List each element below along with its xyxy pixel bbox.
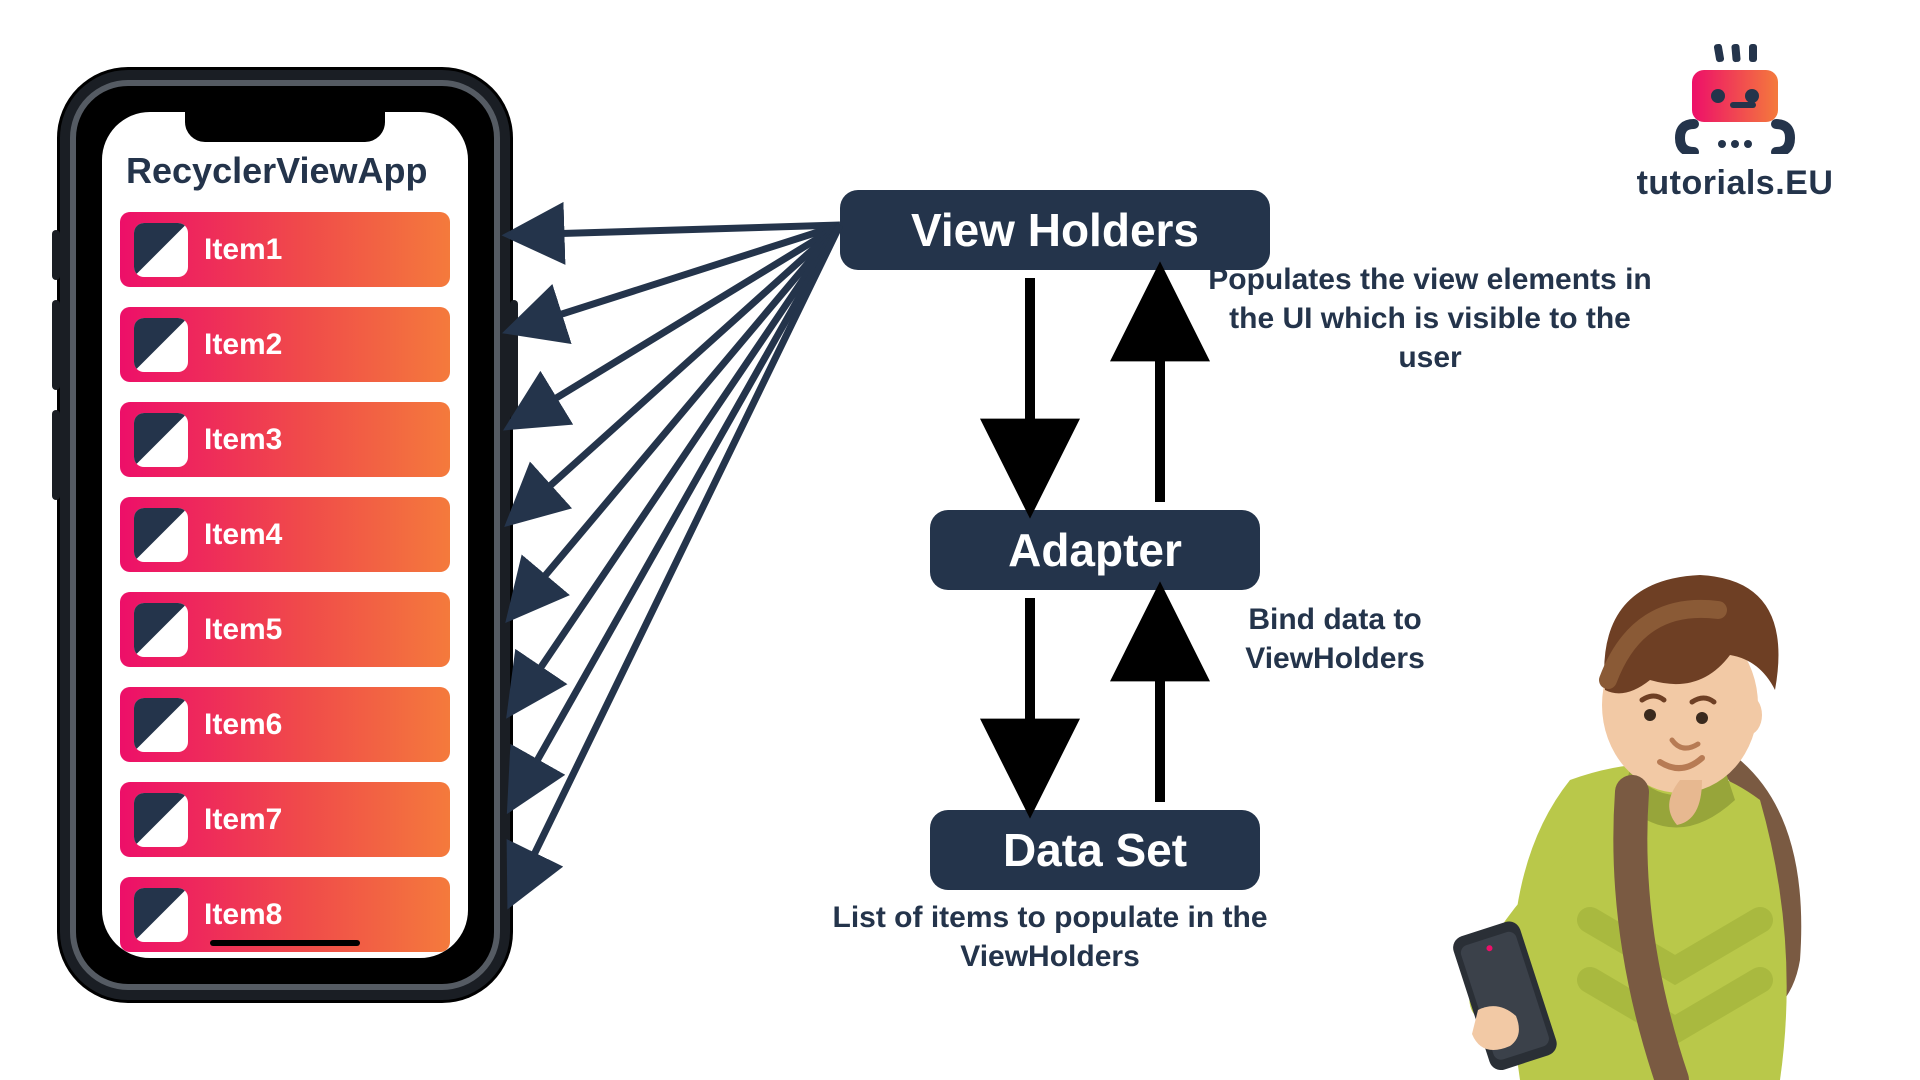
phone-side-button: [52, 300, 60, 390]
list-item: Item6: [120, 687, 450, 762]
list-item: Item1: [120, 212, 450, 287]
phone-mockup: RecyclerViewApp Item1 Item2 Item3: [60, 70, 510, 1000]
phone-notch: [185, 112, 385, 142]
phone-side-button: [52, 410, 60, 500]
phone-home-indicator: [210, 940, 360, 946]
logo-text: tutorials.EU: [1620, 164, 1850, 203]
list-item-label: Item7: [204, 803, 282, 837]
placeholder-icon: [134, 793, 188, 847]
phone-side-button: [52, 230, 60, 280]
list-item: Item3: [120, 402, 450, 477]
list-item: Item2: [120, 307, 450, 382]
node-adapter: Adapter: [930, 510, 1260, 590]
list-item-label: Item6: [204, 708, 282, 742]
app-title: RecyclerViewApp: [126, 150, 427, 192]
node-data-set: Data Set: [930, 810, 1260, 890]
node-label: View Holders: [911, 203, 1199, 257]
tutorials-eu-logo: tutorials.EU: [1620, 44, 1850, 203]
recycler-list: Item1 Item2 Item3 Item4: [120, 212, 450, 952]
character-illustration: [1380, 540, 1880, 1080]
list-item: Item4: [120, 497, 450, 572]
placeholder-icon: [134, 223, 188, 277]
list-item-label: Item4: [204, 518, 282, 552]
node-label: Adapter: [1008, 523, 1182, 577]
logo-icon: [1670, 44, 1800, 154]
list-item-label: Item1: [204, 233, 282, 267]
placeholder-icon: [134, 318, 188, 372]
list-item-label: Item3: [204, 423, 282, 457]
node-view-holders: View Holders: [840, 190, 1270, 270]
list-item-label: Item8: [204, 898, 282, 932]
placeholder-icon: [134, 508, 188, 562]
phone-bezel: RecyclerViewApp Item1 Item2 Item3: [70, 80, 500, 990]
node-label: Data Set: [1003, 823, 1187, 877]
placeholder-icon: [134, 698, 188, 752]
phone-screen: RecyclerViewApp Item1 Item2 Item3: [102, 112, 468, 958]
placeholder-icon: [134, 603, 188, 657]
list-item-label: Item2: [204, 328, 282, 362]
list-item-label: Item5: [204, 613, 282, 647]
placeholder-icon: [134, 888, 188, 942]
list-item: Item7: [120, 782, 450, 857]
caption-view-holders: Populates the view elements in the UI wh…: [1200, 260, 1660, 377]
list-item: Item5: [120, 592, 450, 667]
diagram-stage: RecyclerViewApp Item1 Item2 Item3: [0, 0, 1920, 1080]
placeholder-icon: [134, 413, 188, 467]
caption-data-set: List of items to populate in the ViewHol…: [800, 898, 1300, 976]
phone-side-button: [510, 300, 518, 420]
